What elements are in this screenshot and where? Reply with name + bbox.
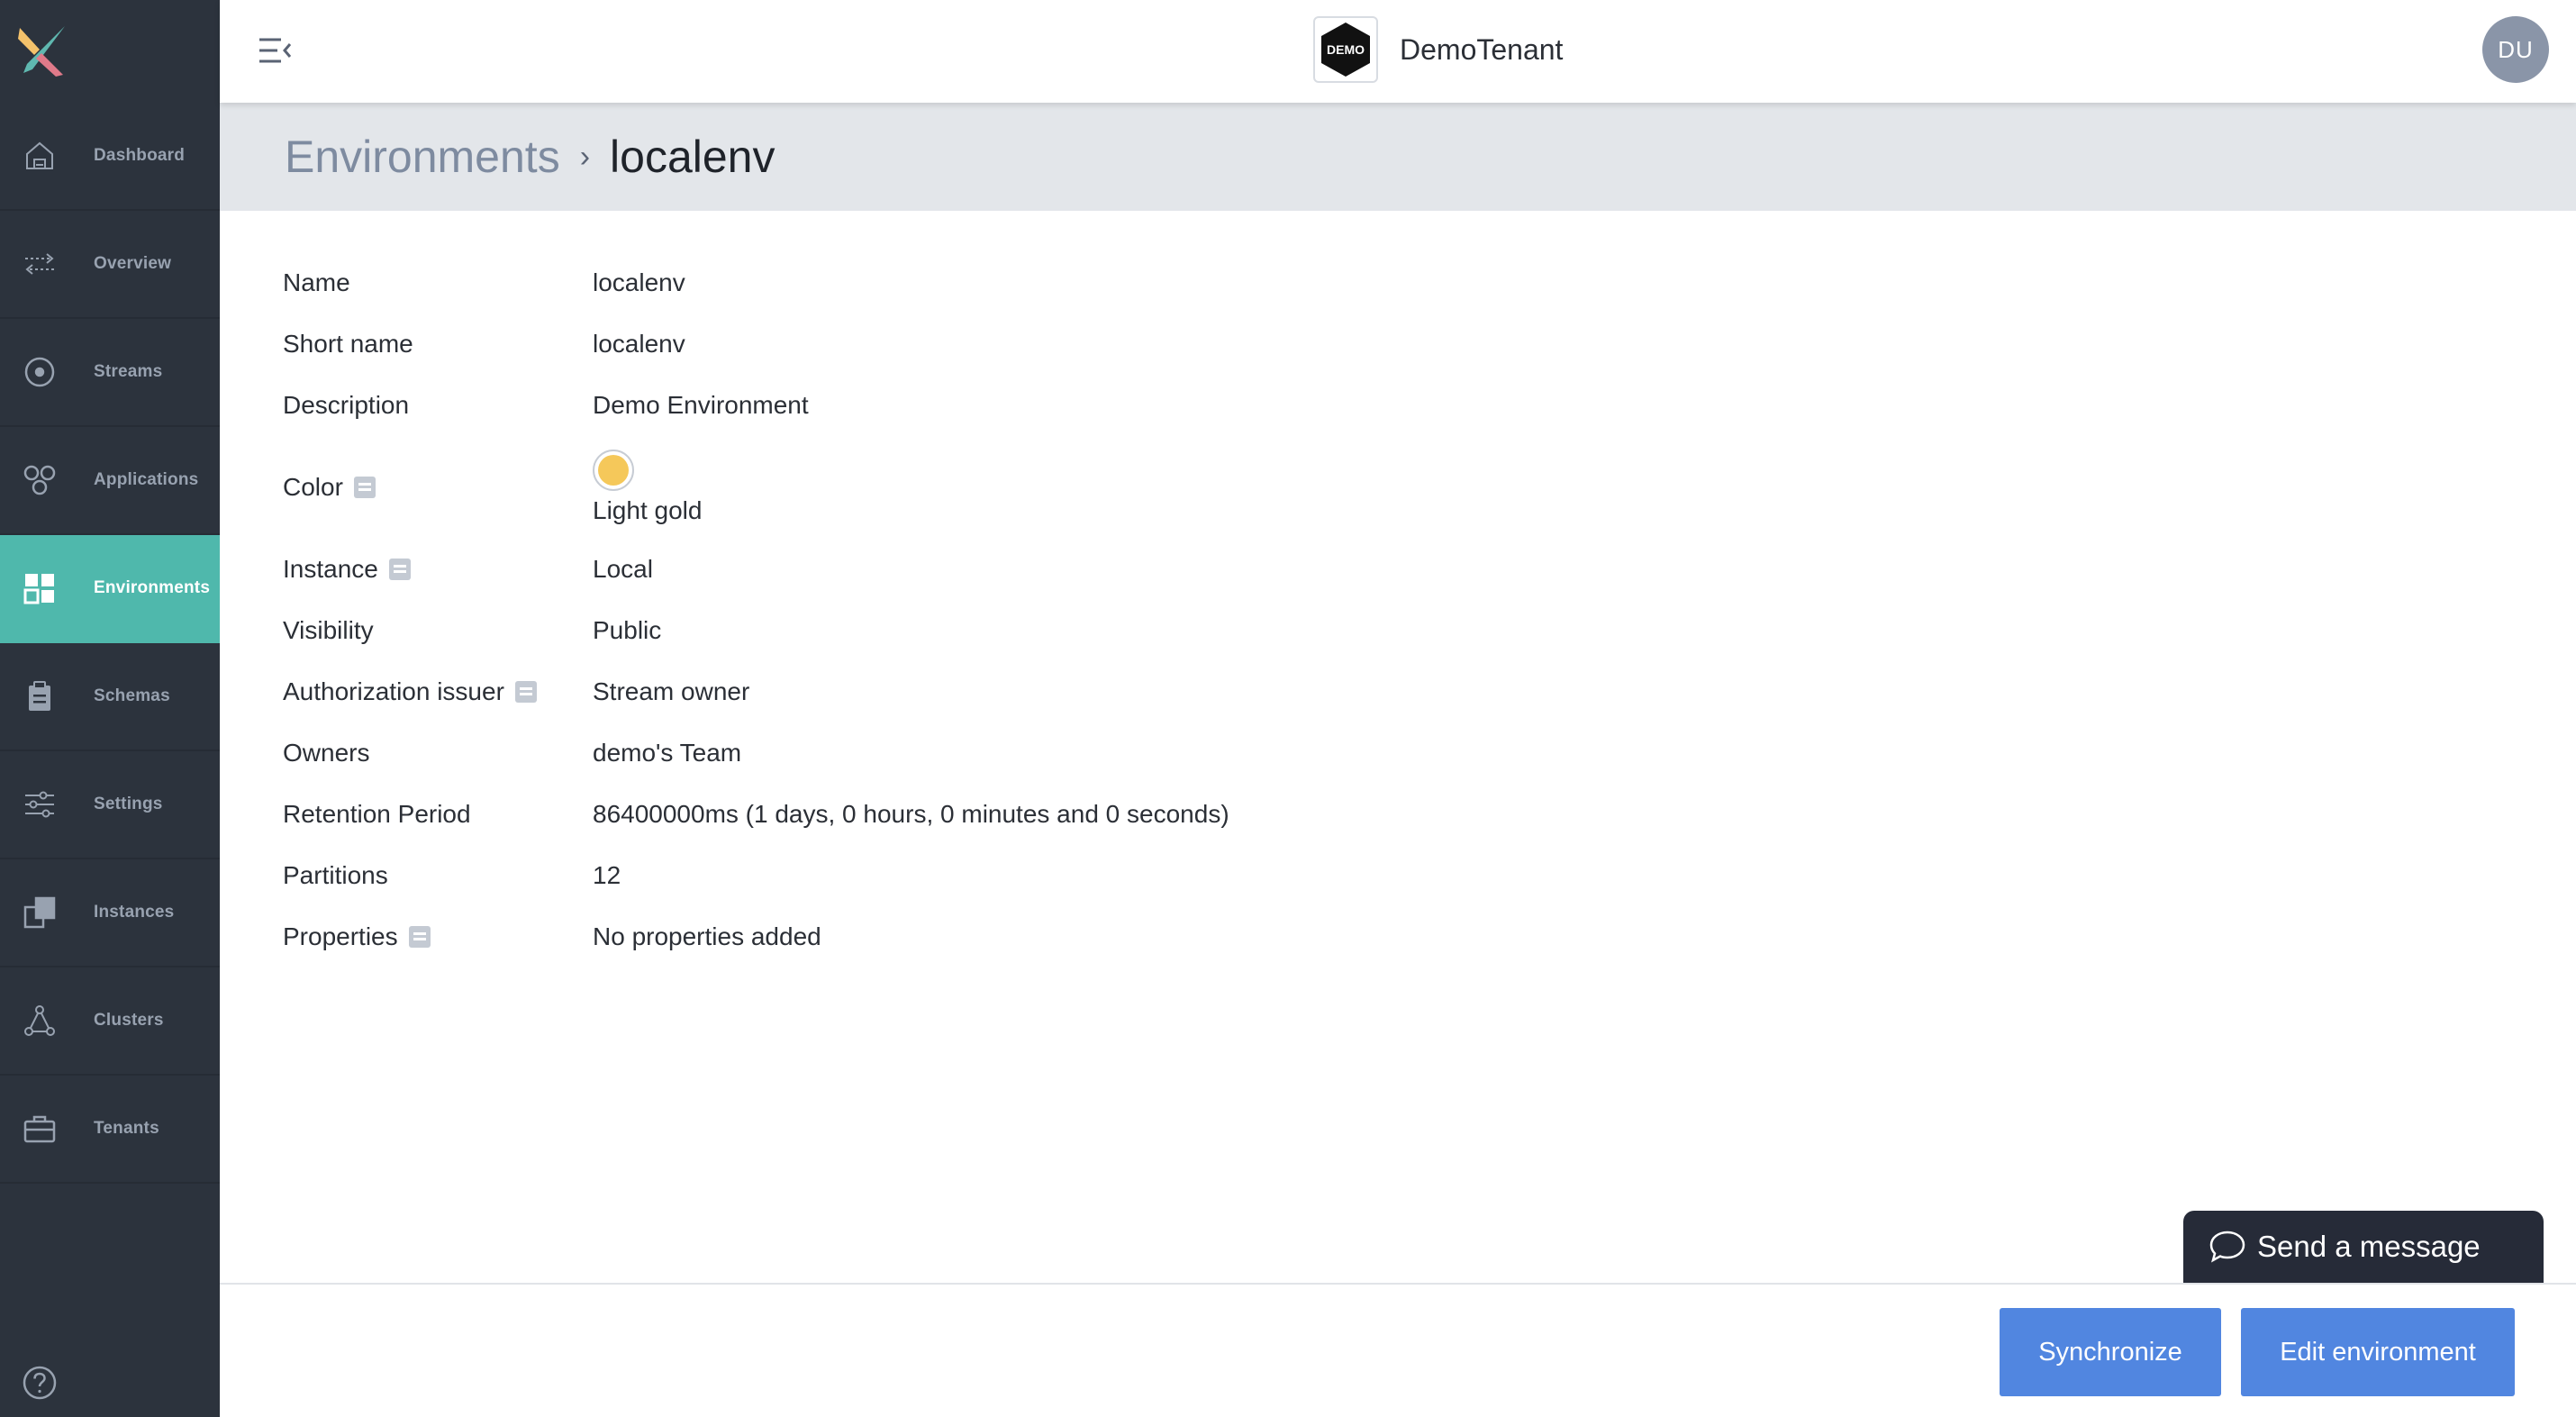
detail-value: Public	[593, 616, 662, 644]
detail-value: Local	[593, 555, 653, 583]
detail-label: Authorization issuer	[283, 677, 504, 705]
edit-environment-button[interactable]: Edit environment	[2241, 1308, 2515, 1396]
info-icon[interactable]	[388, 559, 411, 580]
page-title: localenv	[610, 132, 776, 182]
detail-row-instance: Instance Local	[283, 539, 1229, 600]
cluster-icon	[0, 1003, 94, 1039]
chat-label: Send a message	[2257, 1230, 2481, 1263]
detail-row-partitions: Partitions 12	[283, 845, 1229, 906]
owners-team-link[interactable]: demo's Team	[593, 739, 741, 768]
clipboard-icon	[0, 678, 94, 714]
sidebar-item-label: Streams	[94, 362, 163, 381]
grid-icon	[0, 570, 94, 606]
home-icon	[0, 138, 94, 174]
detail-label: Owners	[283, 739, 370, 767]
detail-label: Description	[283, 391, 410, 419]
detail-label: Name	[283, 268, 350, 296]
briefcase-icon	[0, 1111, 94, 1147]
sidebar-item-label: Tenants	[94, 1119, 159, 1138]
user-avatar[interactable]: DU	[2482, 16, 2549, 83]
detail-row-authorization-issuer: Authorization issuer Stream owner	[283, 661, 1229, 722]
detail-row-color: Color Light gold	[283, 436, 1229, 539]
detail-label: Visibility	[283, 616, 374, 644]
chat-bubble-icon	[2209, 1231, 2245, 1263]
detail-label: Short name	[283, 330, 413, 358]
detail-label: Retention Period	[283, 800, 471, 828]
info-icon[interactable]	[408, 926, 431, 948]
tenant-switcher[interactable]: DEMO DemoTenant	[1313, 16, 1563, 83]
sidebar: Dashboard Overview Streams Applications …	[0, 0, 220, 1417]
sidebar-item-clusters[interactable]: Clusters	[0, 967, 220, 1076]
sidebar-item-label: Applications	[94, 470, 199, 489]
detail-value: 12	[593, 861, 621, 889]
stream-icon	[0, 354, 94, 390]
breadcrumb-environments[interactable]: Environments	[285, 131, 560, 183]
color-swatch	[593, 450, 634, 491]
applications-icon	[0, 462, 94, 498]
environment-details: Name localenv Short name localenv Descri…	[283, 252, 1229, 967]
sidebar-item-dashboard[interactable]: Dashboard	[0, 103, 220, 211]
help-icon[interactable]	[22, 1365, 58, 1401]
tenant-badge-text: DEMO	[1327, 42, 1365, 57]
detail-value: No properties added	[593, 922, 821, 950]
instances-icon	[0, 895, 94, 931]
detail-row-properties: Properties No properties added	[283, 906, 1229, 967]
sidebar-item-schemas[interactable]: Schemas	[0, 643, 220, 751]
detail-value: Stream owner	[593, 677, 750, 705]
sidebar-item-instances[interactable]: Instances	[0, 859, 220, 967]
detail-label: Properties	[283, 922, 398, 950]
top-header: DEMO DemoTenant DU	[220, 0, 2576, 103]
sidebar-item-tenants[interactable]: Tenants	[0, 1076, 220, 1184]
hexagon-icon: DEMO	[1321, 23, 1370, 77]
detail-row-retention-period: Retention Period 86400000ms (1 days, 0 h…	[283, 784, 1229, 845]
detail-value: Light gold	[593, 496, 703, 524]
detail-label: Color	[283, 473, 343, 501]
sidebar-item-overview[interactable]: Overview	[0, 211, 220, 319]
breadcrumb-separator: ›	[579, 139, 591, 174]
sidebar-item-environments[interactable]: Environments	[0, 535, 220, 643]
arrows-icon	[0, 246, 94, 282]
sidebar-item-label: Settings	[94, 795, 163, 813]
color-swatch-fill	[598, 455, 629, 486]
detail-row-owners: Owners demo's Team	[283, 722, 1229, 784]
detail-row-name: Name localenv	[283, 252, 1229, 313]
detail-label: Partitions	[283, 861, 388, 889]
collapse-menu-icon[interactable]	[258, 34, 294, 67]
sidebar-item-applications[interactable]: Applications	[0, 427, 220, 535]
detail-row-visibility: Visibility Public	[283, 600, 1229, 661]
tenant-name: DemoTenant	[1400, 32, 1564, 66]
sidebar-item-label: Clusters	[94, 1011, 164, 1030]
detail-value: localenv	[593, 268, 685, 296]
sidebar-item-label: Dashboard	[94, 146, 186, 165]
sidebar-item-label: Overview	[94, 254, 172, 273]
tenant-logo: DEMO	[1313, 16, 1378, 83]
detail-value: Demo Environment	[593, 391, 809, 419]
detail-label: Instance	[283, 555, 378, 583]
info-icon[interactable]	[514, 681, 537, 703]
sidebar-item-settings[interactable]: Settings	[0, 751, 220, 859]
sidebar-item-label: Schemas	[94, 686, 170, 705]
detail-row-short-name: Short name localenv	[283, 313, 1229, 375]
sliders-icon	[0, 786, 94, 822]
info-icon[interactable]	[353, 477, 376, 498]
sidebar-item-label: Environments	[94, 578, 211, 597]
action-footer: Synchronize Edit environment	[220, 1283, 2576, 1417]
app-logo[interactable]	[0, 0, 220, 101]
detail-value: 86400000ms (1 days, 0 hours, 0 minutes a…	[593, 800, 1229, 828]
logo-icon	[18, 26, 65, 77]
detail-row-description: Description Demo Environment	[283, 375, 1229, 436]
send-message-chat[interactable]: Send a message	[2183, 1211, 2544, 1283]
sidebar-item-label: Instances	[94, 903, 175, 922]
sidebar-item-streams[interactable]: Streams	[0, 319, 220, 427]
breadcrumb: Environments › localenv	[220, 103, 2576, 211]
sidebar-nav: Dashboard Overview Streams Applications …	[0, 103, 220, 1184]
detail-value: localenv	[593, 330, 685, 358]
synchronize-button[interactable]: Synchronize	[2000, 1308, 2221, 1396]
